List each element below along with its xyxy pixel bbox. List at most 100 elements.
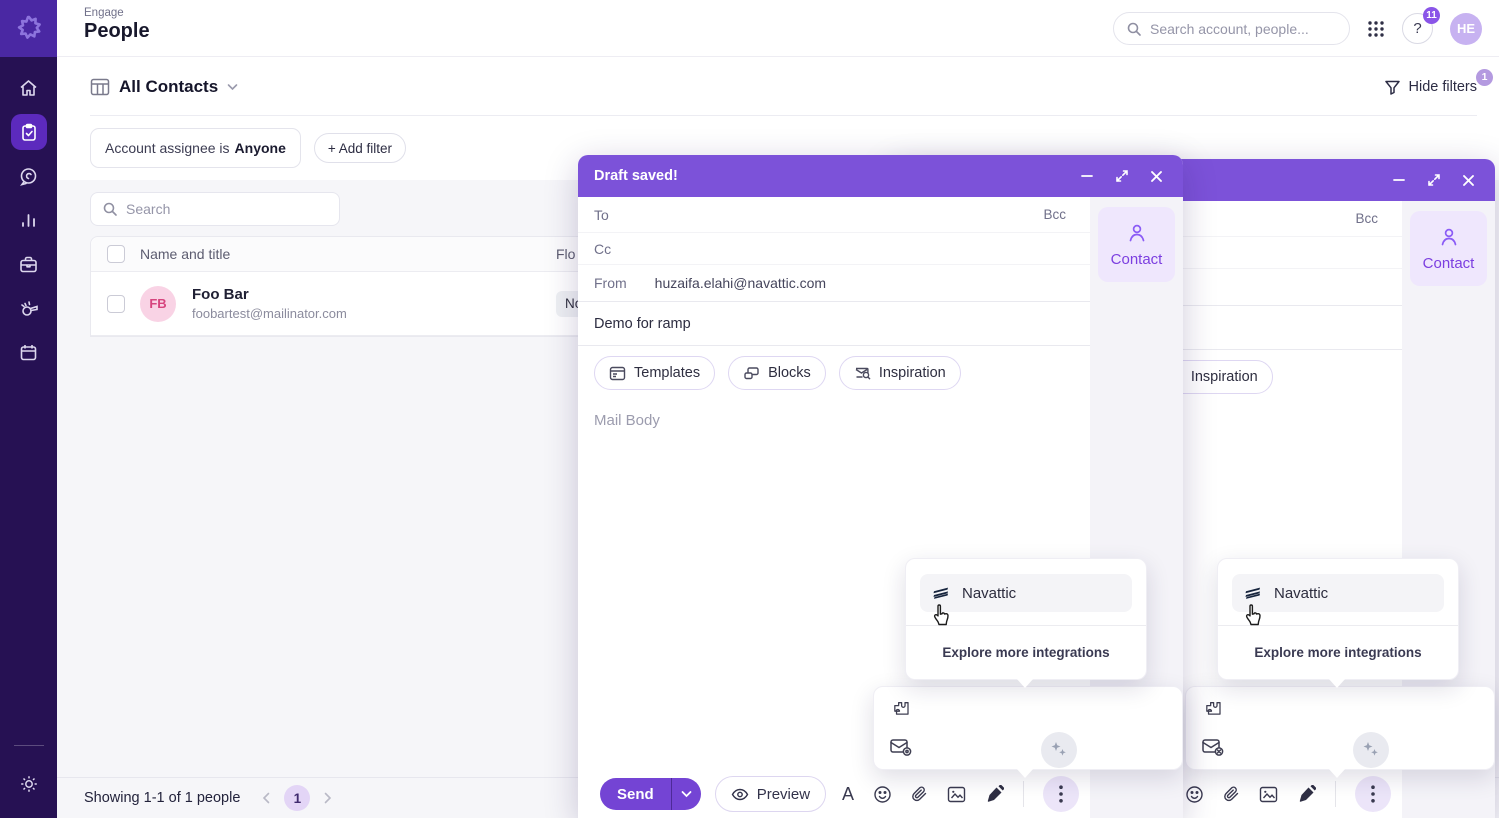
app-grid-icon[interactable] (1367, 20, 1385, 38)
view-title[interactable]: All Contacts (119, 77, 218, 97)
close-icon[interactable] (1150, 170, 1163, 183)
image-icon[interactable] (947, 786, 966, 803)
explore-integrations-link[interactable]: Explore more integrations (1218, 626, 1458, 679)
preview-button[interactable]: Preview (715, 776, 826, 812)
sidebar-item-conversations[interactable] (11, 158, 47, 194)
hide-filters-label: Hide filters (1409, 79, 1478, 95)
bcc-toggle[interactable]: Bcc (1043, 207, 1066, 222)
contact-panel-button[interactable]: Contact (1098, 207, 1175, 282)
view-table-icon (90, 78, 110, 96)
header-divider (90, 115, 1477, 116)
user-avatar[interactable]: HE (1450, 13, 1482, 45)
navattic-label: Navattic (962, 585, 1016, 602)
starburst-logo-icon (14, 14, 44, 44)
integrations-puzzle-icon[interactable] (1203, 698, 1225, 720)
deals-briefcase-icon (18, 254, 39, 275)
send-options-caret[interactable] (671, 778, 701, 810)
attachment-icon[interactable] (911, 785, 928, 804)
close-icon[interactable] (1462, 174, 1475, 187)
conversations-icon (18, 166, 39, 187)
app-logo[interactable] (0, 0, 57, 57)
more-options-button[interactable] (1355, 776, 1391, 812)
unsubscribe-mail-icon[interactable] (1201, 736, 1225, 758)
emoji-icon[interactable] (873, 785, 892, 804)
minimize-icon[interactable] (1080, 169, 1094, 183)
ai-sparkles-button[interactable] (1353, 732, 1389, 768)
send-split-button: Send (600, 778, 701, 810)
select-all-checkbox[interactable] (107, 245, 125, 263)
attachment-icon[interactable] (1223, 785, 1240, 804)
send-button[interactable]: Send (600, 778, 671, 810)
subject-input[interactable]: Demo for ramp (578, 302, 1090, 346)
integrations-puzzle-icon[interactable] (891, 698, 913, 720)
sidebar-item-home[interactable] (11, 70, 47, 106)
explore-integrations-link[interactable]: Explore more integrations (906, 626, 1146, 679)
person-icon (1125, 221, 1149, 245)
calendar-icon (18, 342, 39, 363)
sidebar-item-analytics[interactable] (11, 202, 47, 238)
more-options-panel-back (1185, 686, 1495, 770)
sidebar (0, 0, 57, 818)
global-search[interactable] (1113, 12, 1350, 45)
navattic-label: Navattic (1274, 585, 1328, 602)
navattic-logo-icon (1244, 586, 1263, 600)
help-question-mark: ? (1413, 20, 1421, 37)
from-address[interactable]: huzaifa.elahi@navattic.com (655, 275, 826, 291)
engage-clipboard-icon (19, 122, 39, 142)
row-checkbox[interactable] (107, 295, 125, 313)
column-header-name[interactable]: Name and title (140, 246, 556, 262)
filter-count-badge: 1 (1476, 69, 1493, 86)
page-next-icon[interactable] (324, 792, 332, 804)
hand-cursor-icon (1240, 603, 1266, 631)
contact-panel-button[interactable]: Contact (1410, 211, 1487, 286)
page-title: People (84, 20, 150, 43)
filter-chip-account-assignee[interactable]: Account assignee is Anyone (90, 128, 301, 168)
ai-sparkles-button[interactable] (1041, 732, 1077, 768)
person-icon (1437, 225, 1461, 249)
list-search-input[interactable] (126, 201, 316, 217)
more-options-button[interactable] (1043, 776, 1079, 812)
pen-icon[interactable] (1297, 785, 1316, 804)
page-number[interactable]: 1 (284, 785, 310, 811)
pen-icon[interactable] (985, 785, 1004, 804)
column-header-flow[interactable]: Flo (556, 246, 575, 262)
sidebar-item-coaching[interactable] (11, 290, 47, 326)
coaching-whistle-icon (18, 297, 40, 319)
funnel-icon (1384, 79, 1401, 96)
hide-filters-button[interactable]: Hide filters 1 (1384, 79, 1478, 96)
global-search-input[interactable] (1150, 21, 1330, 37)
sidebar-item-settings[interactable] (11, 766, 47, 802)
compose-header[interactable]: Draft saved! (578, 155, 1183, 197)
page-prev-icon[interactable] (262, 792, 270, 804)
inspiration-button[interactable]: Inspiration (839, 356, 961, 390)
sidebar-item-engage[interactable] (11, 114, 47, 150)
to-label[interactable]: To (594, 207, 609, 223)
cc-label[interactable]: Cc (594, 241, 611, 257)
minimize-icon[interactable] (1392, 173, 1406, 187)
breadcrumb-section: Engage (84, 7, 150, 19)
blocks-button[interactable]: Blocks (728, 356, 826, 390)
sidebar-item-meetings[interactable] (11, 334, 47, 370)
filter-chip-prefix: Account assignee is (105, 140, 230, 156)
contact-name[interactable]: Foo Bar (192, 286, 347, 303)
unsubscribe-mail-icon[interactable] (889, 736, 913, 758)
eye-icon (731, 788, 749, 801)
expand-icon[interactable] (1115, 169, 1129, 183)
chevron-down-icon[interactable] (227, 83, 238, 91)
add-filter-button[interactable]: + Add filter (314, 133, 406, 163)
bcc-toggle[interactable]: Bcc (1355, 211, 1378, 226)
search-icon (102, 201, 118, 217)
text-format-icon[interactable]: A (842, 784, 854, 805)
from-label: From (594, 275, 627, 291)
compose-title: Draft saved! (594, 168, 678, 184)
toolbar-divider (1023, 781, 1024, 807)
image-icon[interactable] (1259, 786, 1278, 803)
emoji-icon[interactable] (1185, 785, 1204, 804)
topbar: Engage People ? 11 HE (57, 0, 1499, 57)
list-search[interactable] (90, 192, 340, 226)
expand-icon[interactable] (1427, 173, 1441, 187)
sidebar-item-deals[interactable] (11, 246, 47, 282)
help-notification-badge: 11 (1423, 7, 1440, 24)
templates-button[interactable]: Templates (594, 356, 715, 390)
results-summary: Showing 1-1 of 1 people (84, 790, 240, 806)
